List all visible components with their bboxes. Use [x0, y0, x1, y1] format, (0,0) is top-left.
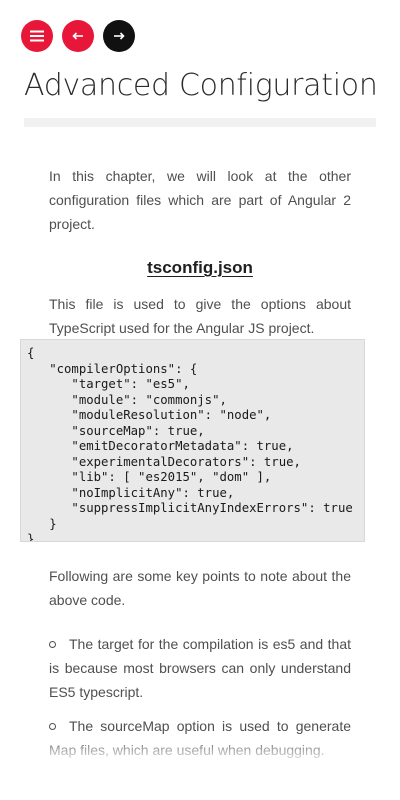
- forward-button[interactable]: [103, 20, 135, 52]
- notes-lead-paragraph: Following are some key points to note ab…: [49, 568, 351, 608]
- code-line: "target": "es5",: [27, 377, 190, 391]
- menu-icon: [30, 30, 44, 42]
- code-line: }: [27, 516, 57, 531]
- code-block[interactable]: { "compilerOptions": { "target": "es5", …: [20, 339, 365, 542]
- back-button[interactable]: [62, 20, 94, 52]
- list-item-text: The target for the compilation is es5 an…: [49, 636, 351, 700]
- code-line: "moduleResolution": "node",: [27, 408, 272, 422]
- code-line: }: [27, 532, 35, 542]
- toolbar: [21, 20, 135, 52]
- code-line: "module": "commonjs",: [27, 392, 227, 407]
- bullet-icon: [49, 641, 56, 648]
- code-line: "sourceMap": true,: [27, 423, 205, 438]
- arrow-right-icon: [113, 32, 125, 40]
- code-line: "noImplicitAny": true,: [27, 485, 235, 500]
- section-intro-paragraph: This file is used to give the options ab…: [49, 296, 351, 336]
- code-line: "suppressImplicitAnyIndexErrors": true: [27, 501, 353, 515]
- code-line: {: [27, 346, 35, 360]
- menu-button[interactable]: [21, 20, 53, 52]
- code-line: "experimentalDecorators": true,: [27, 454, 301, 469]
- arrow-left-icon: [72, 32, 84, 40]
- code-line: "lib": [ "es2015", "dom" ],: [27, 470, 272, 484]
- bullet-icon: [49, 723, 56, 730]
- section-heading: tsconfig.json: [147, 258, 253, 277]
- list-item: The target for the compilation is es5 an…: [49, 632, 351, 704]
- title-divider: [24, 118, 376, 127]
- scroll-fade: [0, 735, 400, 765]
- intro-paragraph: In this chapter, we will look at the oth…: [49, 168, 351, 232]
- main-content: In this chapter, we will look at the oth…: [49, 164, 351, 340]
- page-title: Advanced Configuration: [24, 68, 378, 103]
- code-line: "emitDecoratorMetadata": true,: [27, 439, 294, 453]
- code-line: "compilerOptions": {: [27, 361, 198, 376]
